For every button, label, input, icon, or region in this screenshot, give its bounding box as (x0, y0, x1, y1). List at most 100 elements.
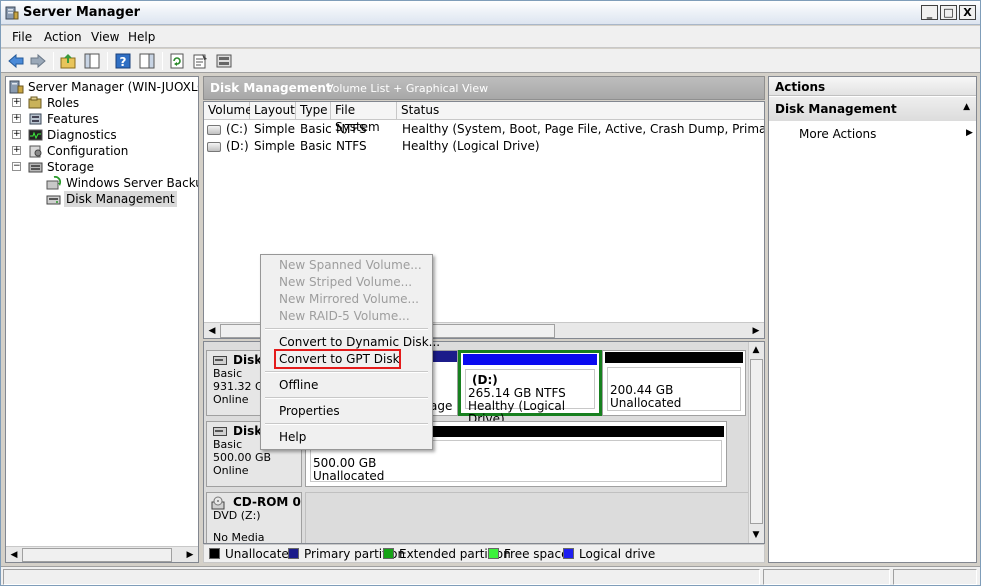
menu-separator (265, 328, 428, 330)
column-header-status[interactable]: Status (397, 102, 764, 120)
legend: Unallocated Primary partition Extended p… (203, 544, 765, 563)
forward-arrow-icon[interactable] (29, 52, 47, 70)
cell-file-system: NTFS (336, 122, 367, 136)
legend-unallocated: Unallocated (209, 547, 296, 561)
column-header-file-system[interactable]: File System (331, 102, 397, 134)
menu-item-offline[interactable]: Offline (261, 377, 432, 394)
cdrom0-media: No Media (213, 531, 265, 544)
menu-item-new-mirrored-volume[interactable]: New Mirrored Volume... (261, 291, 432, 308)
tree-item-roles[interactable]: + Roles (6, 95, 196, 111)
column-header-type[interactable]: Type (296, 102, 331, 120)
scroll-left-icon[interactable]: ◀ (7, 548, 21, 562)
cdrom0-area (305, 492, 749, 543)
center-pane-header: Disk Management Volume List + Graphical … (203, 76, 765, 100)
unallocated-disk0[interactable]: 200.44 GB Unallocated (602, 350, 746, 416)
disk-settings-icon[interactable] (215, 52, 233, 70)
features-icon (29, 113, 42, 125)
expand-icon[interactable]: + (12, 130, 21, 139)
menu-separator (265, 423, 428, 425)
refresh-icon[interactable] (168, 52, 186, 70)
menu-help[interactable]: Help (128, 30, 155, 44)
menu-item-new-raid5-volume[interactable]: New RAID-5 Volume... (261, 308, 432, 325)
collapse-icon[interactable]: − (12, 162, 21, 171)
menu-item-convert-gpt-disk[interactable]: Convert to GPT Disk (261, 351, 432, 368)
tree-item-diagnostics[interactable]: + Diagnostics (6, 127, 196, 143)
show-hide-tree-icon[interactable] (83, 52, 101, 70)
expand-icon[interactable]: + (12, 98, 21, 107)
scroll-right-icon[interactable]: ▶ (749, 324, 763, 338)
toolbar-separator (53, 52, 54, 70)
scroll-thumb[interactable] (22, 548, 172, 562)
maximize-button[interactable]: □ (940, 5, 957, 20)
partition-c-text: age (430, 399, 453, 413)
server-manager-icon (5, 6, 19, 20)
tree-label: Diagnostics (47, 128, 117, 142)
partition-d[interactable]: (D:) 265.14 GB NTFS Healthy (Logical Dri… (458, 350, 602, 426)
menu-view[interactable]: View (91, 30, 119, 44)
toolbar-separator (162, 52, 163, 70)
roles-icon (28, 96, 42, 109)
show-hide-action-pane-icon[interactable] (138, 52, 156, 70)
tree-horizontal-scrollbar[interactable]: ◀ ▶ (6, 546, 198, 562)
center-title: Disk Management (210, 81, 332, 95)
tree-item-disk-management[interactable]: Disk Management (6, 191, 196, 207)
cdrom0-label[interactable]: CD-ROM 0 DVD (Z:) No Media (206, 492, 302, 544)
disk1-state: Online (213, 464, 249, 477)
expand-icon[interactable]: + (12, 114, 21, 123)
status-bar (1, 566, 980, 585)
tree-item-storage[interactable]: − Storage (6, 159, 196, 175)
cell-volume: (C:) (226, 122, 248, 136)
collapse-arrow-icon[interactable]: ▲ (963, 102, 970, 112)
minimize-button[interactable]: _ (921, 5, 938, 20)
close-button[interactable]: X (959, 5, 976, 20)
menu-item-convert-dynamic-disk[interactable]: Convert to Dynamic Disk... (261, 334, 440, 351)
scroll-right-icon[interactable]: ▶ (183, 548, 197, 562)
console-tree: Server Manager (WIN-JUOXLODKC + Roles + … (5, 76, 199, 563)
up-folder-icon[interactable] (59, 52, 77, 70)
submenu-arrow-icon[interactable]: ▶ (966, 128, 973, 138)
scroll-up-icon[interactable]: ▲ (749, 343, 763, 357)
scroll-thumb[interactable] (750, 359, 763, 524)
tree-item-configuration[interactable]: + Configuration (6, 143, 196, 159)
column-header-volume[interactable]: Volume (204, 102, 253, 120)
diagnostics-icon (28, 129, 43, 141)
unallocated-bar (605, 352, 743, 363)
menu-item-new-spanned-volume[interactable]: New Spanned Volume... (261, 257, 432, 274)
unallocated-disk1-label: Unallocated (313, 469, 385, 483)
toolbar-separator (107, 52, 108, 70)
cell-volume: (D:) (226, 139, 249, 153)
menu-separator (265, 371, 428, 373)
partition-d-info: (D:) 265.14 GB NTFS Healthy (Logical Dri… (465, 369, 595, 426)
menu-action[interactable]: Action (44, 30, 82, 44)
properties-icon[interactable] (191, 52, 209, 70)
expand-icon[interactable]: + (12, 146, 21, 155)
tree-label-selected: Disk Management (64, 191, 177, 207)
column-header-layout[interactable]: Layout (250, 102, 296, 120)
menu-item-new-striped-volume[interactable]: New Striped Volume... (261, 274, 432, 291)
legend-free-space: Free space (488, 547, 568, 561)
tree-item-features[interactable]: + Features (6, 111, 196, 127)
unallocated-disk0-label: Unallocated (610, 396, 682, 410)
menu-file[interactable]: File (12, 30, 32, 44)
menu-item-properties[interactable]: Properties (261, 403, 432, 420)
status-cell-main (3, 569, 760, 585)
backup-icon (46, 176, 61, 190)
help-icon[interactable]: ? (114, 52, 132, 70)
cell-type: Basic (300, 122, 332, 136)
more-actions-item[interactable]: More Actions (799, 127, 876, 141)
legend-swatch (209, 548, 220, 559)
window-title: Server Manager (23, 5, 141, 20)
cell-layout: Simple (254, 139, 295, 153)
scroll-down-icon[interactable]: ▼ (749, 528, 763, 542)
actions-section-disk-management[interactable]: Disk Management ▲ (769, 97, 976, 121)
menu-item-help[interactable]: Help (261, 429, 432, 446)
toolbar: ? (1, 49, 980, 73)
drive-icon (207, 142, 221, 152)
disk-pane-vertical-scrollbar[interactable]: ▲ ▼ (748, 342, 764, 543)
tree-label: Windows Server Backup (66, 176, 199, 190)
tree-item-windows-server-backup[interactable]: Windows Server Backup (6, 175, 199, 191)
scroll-left-icon[interactable]: ◀ (205, 324, 219, 338)
cell-layout: Simple (254, 122, 295, 136)
back-arrow-icon[interactable] (7, 52, 25, 70)
title-bar: Server Manager _ □ X (1, 1, 980, 25)
